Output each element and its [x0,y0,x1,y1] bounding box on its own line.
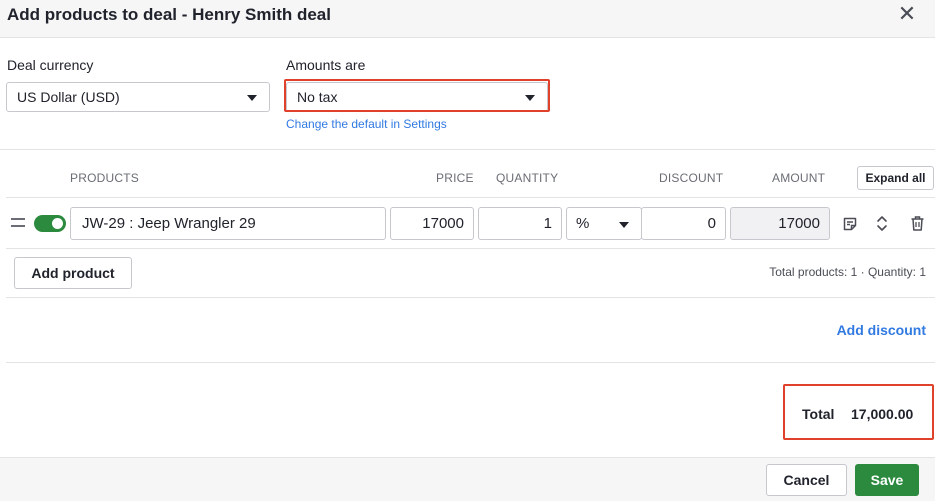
header-products: PRODUCTS [70,171,139,185]
discount-type-select[interactable]: % [566,207,642,240]
chevron-down-icon [247,95,257,101]
divider [0,149,935,150]
expand-all-button[interactable]: Expand all [857,166,934,190]
amounts-select-value: No tax [297,89,338,105]
chevron-down-icon [525,95,535,101]
currency-select-value: US Dollar (USD) [17,89,120,105]
drag-handle-icon[interactable] [11,218,25,227]
dialog-title: Add products to deal - Henry Smith deal [7,5,331,24]
totals-summary: Total products: 1 · Quantity: 1 [769,265,926,279]
divider [6,297,935,298]
currency-label: Deal currency [7,57,94,73]
quantity-field[interactable]: 1 [478,207,562,240]
discount-type-value: % [576,215,590,232]
add-product-button[interactable]: Add product [14,257,132,289]
toggle-knob [52,218,63,229]
amounts-select[interactable]: No tax [286,82,548,112]
amount-field: 17000 [730,207,830,240]
divider [6,248,935,249]
add-discount-link[interactable]: Add discount [837,322,926,338]
save-button[interactable]: Save [855,464,919,496]
discount-field[interactable]: 0 [641,207,726,240]
amounts-label: Amounts are [286,57,366,73]
expand-row-icon[interactable] [875,215,889,232]
currency-select[interactable]: US Dollar (USD) [6,82,270,112]
settings-link[interactable]: Change the default in Settings [286,117,447,131]
header-amount: AMOUNT [772,171,826,185]
chevron-down-icon [619,222,629,228]
header-quantity: QUANTITY [496,171,559,185]
trash-icon[interactable] [910,215,925,232]
dialog-header: Add products to deal - Henry Smith deal … [0,0,935,38]
divider [6,197,935,198]
header-discount: DISCOUNT [659,171,724,185]
total-value: 17,000.00 [851,406,914,422]
price-field[interactable]: 17000 [390,207,474,240]
close-icon[interactable]: ✕ [897,3,917,25]
cancel-button[interactable]: Cancel [766,464,847,496]
total-label: Total [802,406,835,422]
header-price: PRICE [436,171,474,185]
product-name-field[interactable]: JW-29 : Jeep Wrangler 29 [70,207,386,240]
divider [6,362,935,363]
note-icon[interactable] [842,216,858,232]
product-enabled-toggle[interactable] [34,215,66,232]
